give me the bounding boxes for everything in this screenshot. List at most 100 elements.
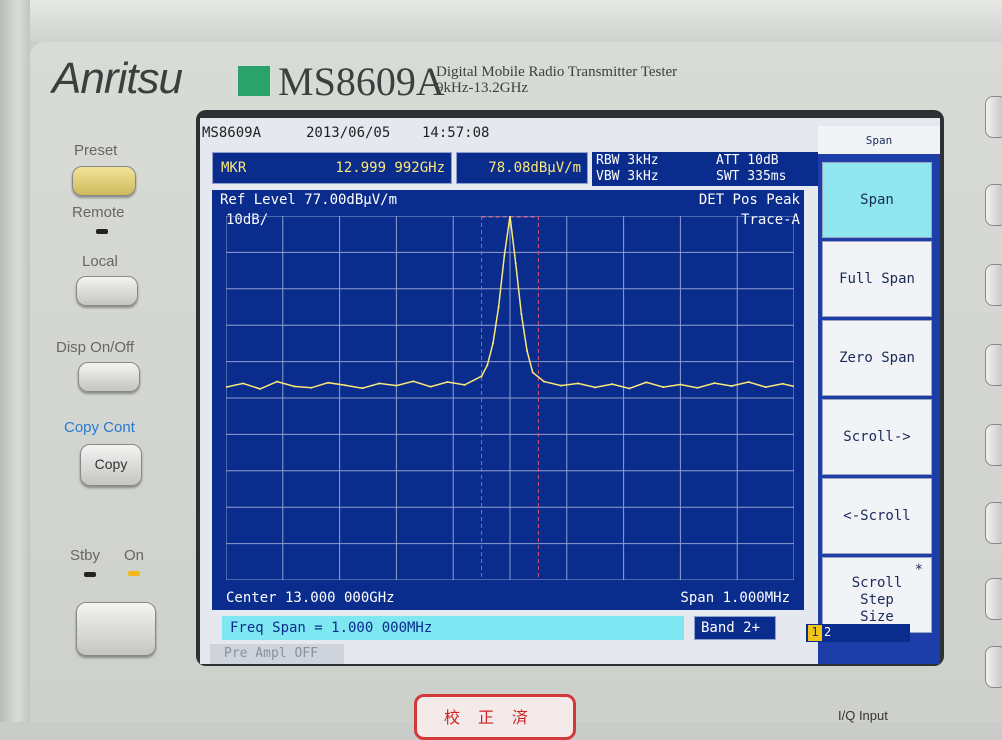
brand-logo-square — [238, 66, 270, 96]
trace-point — [378, 382, 381, 385]
copy-button[interactable]: Copy — [80, 444, 142, 486]
detector-mode: DET Pos Peak — [698, 192, 800, 208]
trace-point — [781, 382, 784, 385]
trace-point — [429, 385, 432, 388]
trace-point — [531, 371, 534, 374]
remote-led — [96, 229, 108, 234]
hard-softkey-3[interactable] — [985, 264, 1002, 306]
freq-span-text: Freq Span = 1.000 000MHz — [230, 620, 433, 636]
trace-point — [395, 384, 398, 387]
trace-point — [628, 387, 631, 390]
hard-softkey-5[interactable] — [985, 424, 1002, 466]
model-description: Digital Mobile Radio Transmitter Tester … — [436, 64, 677, 96]
trace-point — [764, 386, 767, 389]
description-line-1: Digital Mobile Radio Transmitter Tester — [436, 64, 678, 80]
softkey-zero-span[interactable]: Zero Span — [822, 320, 932, 396]
att-value: ATT 10dB — [716, 153, 779, 168]
trace-point — [463, 383, 466, 386]
trace-point — [497, 306, 500, 308]
band-text: Band 2+ — [701, 620, 761, 636]
plot-grid — [226, 216, 794, 580]
copy-cont-label: Copy Cont — [64, 419, 135, 436]
trace-point — [543, 380, 546, 383]
softkey-scroll-step-size[interactable]: * Scroll Step Size — [822, 557, 932, 633]
trace-point — [645, 381, 648, 384]
stby-led — [84, 572, 96, 577]
description-line-2: 9kHz-13.2GHz — [436, 80, 529, 96]
marker-level-box: 78.08dBµV/m — [456, 152, 588, 184]
span-frequency: Span 1.000MHz — [680, 590, 790, 606]
trace-display: Ref Level 77.00dBµV/m 10dB/ DET Pos Peak… — [212, 190, 804, 608]
trace-point — [730, 384, 733, 387]
analyzer-screen: MS8609A 2013/06/05 14:57:08 MKR 12.999 9… — [200, 118, 940, 664]
frequency-axis-bar: Center 13.000 000GHz Span 1.000MHz — [212, 588, 804, 610]
trace-point — [526, 349, 529, 352]
brand-logo: Anritsu — [52, 54, 183, 103]
trace-point — [310, 386, 313, 389]
measurement-settings: RBW 3kHz VBW 3kHz ATT 10dB SWT 335ms — [592, 152, 818, 186]
hard-softkey-6[interactable] — [985, 502, 1002, 544]
screen-title-bar: MS8609A 2013/06/05 14:57:08 — [200, 122, 818, 144]
calibration-stamp: 校正済 — [414, 694, 576, 740]
softkey-span[interactable]: Span — [822, 162, 932, 238]
trace-point — [480, 375, 483, 378]
local-label: Local — [82, 253, 118, 270]
trace-point — [446, 380, 449, 383]
stby-label: Stby — [70, 547, 101, 564]
marker-label: MKR — [221, 160, 247, 176]
trace-point — [242, 382, 245, 385]
disp-onoff-label: Disp On/Off — [56, 339, 135, 356]
marker-level: 78.08dBµV/m — [488, 160, 581, 176]
hard-softkey-1[interactable] — [985, 96, 1002, 138]
trace-point — [276, 380, 279, 383]
freq-span-entry[interactable]: Freq Span = 1.000 000MHz — [222, 616, 684, 640]
softkey-page-indicator: 1 2 — [806, 624, 910, 642]
iq-input-label: I/Q Input — [838, 708, 888, 723]
trace-point — [594, 386, 597, 389]
copy-button-label: Copy — [94, 456, 128, 472]
on-led — [128, 571, 140, 576]
trace-point — [662, 386, 665, 389]
center-frequency: Center 13.000 000GHz — [226, 590, 395, 606]
hard-softkey-2[interactable] — [985, 184, 1002, 226]
trace-point — [344, 384, 347, 387]
page-1[interactable]: 1 — [808, 625, 822, 641]
hard-softkey-4[interactable] — [985, 344, 1002, 386]
trace-point — [361, 387, 364, 390]
trace-point — [611, 383, 614, 386]
screen-time: 14:57:08 — [422, 125, 490, 141]
trace-point — [259, 387, 262, 390]
trace-point — [293, 385, 296, 388]
marker-frequency: 12.999 992GHz — [335, 160, 445, 176]
trace-point — [491, 342, 494, 345]
instrument-top-bezel — [0, 0, 1002, 42]
trace-point — [412, 380, 415, 383]
ref-level: Ref Level 77.00dBµV/m — [220, 192, 398, 208]
page-2[interactable]: 2 — [824, 625, 831, 639]
softkey-scroll-left[interactable]: <-Scroll — [822, 478, 932, 554]
softkey-scroll-right[interactable]: Scroll-> — [822, 399, 932, 475]
preamp-text: Pre Ampl OFF — [224, 646, 318, 661]
instrument-left-edge — [0, 0, 30, 722]
preamp-status: Pre Ampl OFF — [210, 644, 344, 664]
band-indicator: Band 2+ — [694, 616, 776, 640]
disp-onoff-button[interactable] — [78, 362, 140, 392]
softkey-scroll-step-label: Scroll Step Size — [851, 574, 903, 625]
preset-button[interactable] — [72, 166, 136, 196]
trace-point — [713, 382, 716, 385]
power-button[interactable] — [76, 602, 156, 656]
softkey-menu-title: Span — [818, 126, 940, 154]
trace-point — [520, 313, 523, 316]
trace-point — [747, 380, 750, 383]
trace-point — [486, 364, 489, 367]
trace-point — [327, 381, 330, 384]
screen-date: 2013/06/05 — [306, 125, 391, 141]
hard-softkey-7[interactable] — [985, 578, 1002, 620]
trace-point — [577, 382, 580, 385]
local-button[interactable] — [76, 276, 138, 306]
softkey-star: * — [914, 561, 923, 578]
spectrum-plot — [226, 216, 794, 580]
hard-softkey-8[interactable] — [985, 646, 1002, 688]
rbw-value: RBW 3kHz — [596, 153, 659, 168]
softkey-full-span[interactable]: Full Span — [822, 241, 932, 317]
